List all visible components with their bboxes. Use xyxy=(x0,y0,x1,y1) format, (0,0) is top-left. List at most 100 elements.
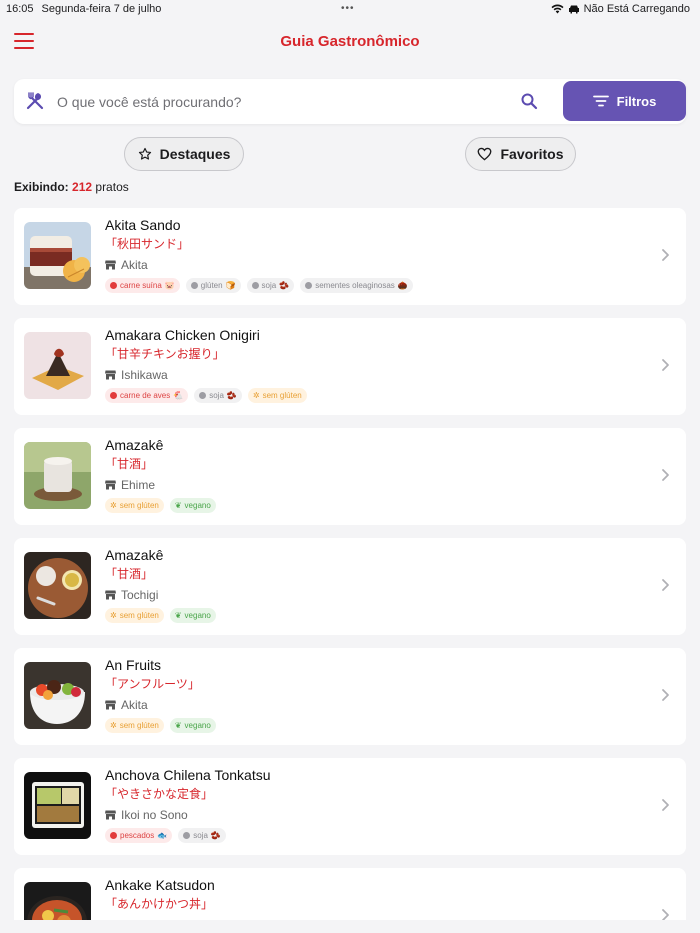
tag-allergen: soja 🫘 xyxy=(246,278,295,293)
tag-label: sementes oleaginosas xyxy=(315,281,395,290)
results-count-unit: pratos xyxy=(95,180,129,194)
chevron-right-icon xyxy=(662,359,669,371)
page-title: Guia Gastronômico xyxy=(280,32,420,50)
dish-name: Amazakê xyxy=(105,437,164,453)
dish-name: Amazakê xyxy=(105,547,164,563)
dish-japanese-name: 「やきさかな定食」 xyxy=(105,787,214,801)
tag-label: soja xyxy=(193,831,208,840)
favorites-label: Favoritos xyxy=(500,146,564,162)
tag-allergen: soja 🫘 xyxy=(178,828,226,843)
highlights-button[interactable]: Destaques xyxy=(124,137,244,171)
tag-label: vegano xyxy=(184,501,211,510)
dish-location-label: Tochigi xyxy=(121,588,159,602)
dish-name: Amakara Chicken Onigiri xyxy=(105,327,260,343)
tag-label: pescados xyxy=(120,831,155,840)
fish-icon: 🐟 xyxy=(157,831,168,840)
chevron-right-icon xyxy=(662,799,669,811)
utensils-icon xyxy=(26,92,44,110)
dish-card[interactable]: Amazakê 「甘酒」 Tochigi ✲ sem glúten ❦ vegano xyxy=(14,538,686,635)
filters-button[interactable]: Filtros xyxy=(563,81,686,121)
tag-label: soja xyxy=(261,281,277,290)
filters-label: Filtros xyxy=(616,93,657,109)
dish-location-label: Akita xyxy=(121,258,148,272)
dish-location-label: Ikoi no Sono xyxy=(121,808,188,822)
store-icon xyxy=(105,700,116,710)
leaf-icon: ❦ xyxy=(174,721,182,730)
hamburger-menu-icon[interactable] xyxy=(14,33,34,49)
tag-diet: ❦ vegano xyxy=(169,718,216,733)
dish-japanese-name: 「アンフルーツ」 xyxy=(105,677,200,691)
store-icon xyxy=(105,810,116,820)
dish-tags: ✲ sem glúten ❦ vegano xyxy=(105,608,216,623)
tag-label: soja xyxy=(209,391,224,400)
dish-tags: ✲ sem glúten ❦ vegano xyxy=(105,718,216,733)
dish-location: Tochigi xyxy=(105,588,158,602)
dish-japanese-name: 「甘酒」 xyxy=(105,457,154,471)
status-date: Segunda-feira 7 de julho xyxy=(41,3,162,15)
bean-icon: 🫘 xyxy=(226,391,237,400)
status-time: 16:05 xyxy=(6,3,34,15)
dish-photo xyxy=(24,332,91,399)
tag-allergen: carne suína 🐷 xyxy=(105,278,180,293)
status-bar: 16:05 Segunda-feira 7 de julho ••• Não E… xyxy=(0,0,700,18)
multitasking-dots-icon[interactable]: ••• xyxy=(341,3,355,14)
dish-card[interactable]: Anchova Chilena Tonkatsu 「やきさかな定食」 Ikoi … xyxy=(14,758,686,855)
dish-card[interactable]: Amazakê 「甘酒」 Ehime ✲ sem glúten ❦ vegano xyxy=(14,428,686,525)
dish-tags: carne de aves 🐔 soja 🫘 ✲ sem glúten xyxy=(105,388,307,403)
dish-photo xyxy=(24,662,91,729)
dish-card[interactable]: An Fruits 「アンフルーツ」 Akita ✲ sem glúten ❦ ve… xyxy=(14,648,686,745)
dish-photo xyxy=(24,442,91,509)
tag-label: sem glúten xyxy=(119,611,159,620)
leaf-icon: ❦ xyxy=(174,611,182,620)
results-count-label: Exibindo: xyxy=(14,180,69,194)
wheat-off-icon: ✲ xyxy=(110,611,117,620)
chevron-right-icon xyxy=(662,689,669,701)
dish-location-label: Ishikawa xyxy=(121,368,168,382)
wheat-off-icon: ✲ xyxy=(110,721,117,730)
search-input[interactable] xyxy=(57,79,507,124)
info-icon xyxy=(183,832,191,839)
store-icon xyxy=(105,260,116,270)
filter-lines-icon xyxy=(592,95,609,107)
dish-card[interactable]: Akita Sando 「秋田サンド」 Akita carne suína 🐷 g… xyxy=(14,208,686,305)
chevron-right-icon xyxy=(662,579,669,591)
info-icon xyxy=(199,392,207,399)
dish-name: Akita Sando xyxy=(105,217,181,233)
info-icon xyxy=(190,282,198,289)
dish-location: Ehime xyxy=(105,478,155,492)
dish-location: Akita xyxy=(105,698,148,712)
dish-name: Anchova Chilena Tonkatsu xyxy=(105,767,271,783)
search-bar: Filtros xyxy=(14,79,686,124)
chevron-right-icon xyxy=(662,469,669,481)
dish-location: Akita xyxy=(105,258,148,272)
wifi-icon xyxy=(551,4,564,14)
results-count: Exibindo: 212 pratos xyxy=(14,180,129,194)
bean-icon: 🫘 xyxy=(279,281,290,290)
tag-allergen: carne de aves 🐔 xyxy=(105,388,189,403)
dish-photo xyxy=(24,552,91,619)
tag-label: glúten xyxy=(200,281,223,290)
tag-label: carne de aves xyxy=(120,391,171,400)
tag-diet: ❦ vegano xyxy=(169,608,216,623)
favorites-button[interactable]: Favoritos xyxy=(465,137,576,171)
tag-label: vegano xyxy=(184,611,211,620)
tag-label: vegano xyxy=(184,721,211,730)
dish-photo xyxy=(24,772,91,839)
dish-card[interactable]: Ankake Katsudon 「あんかけかつ丼」 xyxy=(14,868,686,920)
tag-diet: ✲ sem glúten xyxy=(247,388,307,403)
dish-japanese-name: 「甘辛チキンお握り」 xyxy=(105,347,225,361)
star-icon xyxy=(138,147,151,160)
dish-japanese-name: 「秋田サンド」 xyxy=(105,237,190,251)
chevron-right-icon xyxy=(662,909,669,920)
tag-allergen: glúten 🍞 xyxy=(185,278,241,293)
leaf-icon: ❦ xyxy=(174,501,182,510)
tag-label: sem glúten xyxy=(119,501,159,510)
dish-list[interactable]: Akita Sando 「秋田サンド」 Akita carne suína 🐷 g… xyxy=(14,208,686,920)
tag-diet: ❦ vegano xyxy=(169,498,216,513)
car-icon xyxy=(568,5,579,14)
chicken-icon: 🐔 xyxy=(173,391,184,400)
tag-label: sem glúten xyxy=(119,721,159,730)
dish-card[interactable]: Amakara Chicken Onigiri 「甘辛チキンお握り」 Ishik… xyxy=(14,318,686,415)
search-icon[interactable] xyxy=(520,92,538,110)
store-icon xyxy=(105,590,116,600)
